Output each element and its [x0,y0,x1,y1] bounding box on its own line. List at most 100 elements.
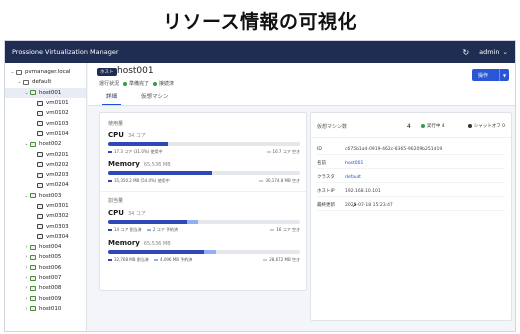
chevron-down-icon[interactable]: ▼ [499,69,509,81]
vm-count-value: 4 [407,122,411,130]
operation-button[interactable]: 操作 ▼ [472,69,509,81]
host-header: ホスト host001 運行状況 準備完了 接続済 詳細 仮想マシン 操作 ▼ [88,63,515,106]
tree-item-host007[interactable]: › host007 [5,273,86,283]
host-icon [30,254,36,260]
property-row: クラスタ default [317,172,505,183]
chevron-right-icon[interactable]: › [23,275,30,281]
divider [100,191,306,192]
operation-button-label: 操作 [478,72,489,79]
usage-cpu-used: 17.3 コア (31.0%) 使用中 [108,149,163,155]
tree-item-host003[interactable]: ⌄ host003 [5,191,86,201]
chevron-right-icon[interactable]: › [23,244,30,250]
vm-icon [37,213,43,219]
host-status: 運行状況 準備完了 接続済 [99,80,174,87]
tree-item-label: default [32,79,52,86]
property-value[interactable]: default [345,175,361,180]
vm-count-row: 仮想マシン数 4 実行中 4 シャットオフ 0 [317,119,505,133]
page-banner-title: リソース情報の可視化 [162,10,358,33]
connection-status: 接続済 [153,80,174,87]
run-status-label: 運行状況 [99,81,120,87]
tree-item-vm0104[interactable]: vm0104 [5,129,86,139]
vm-icon [37,182,43,188]
dc-icon [23,79,29,85]
tree-item-label: host003 [39,192,62,199]
tree-item-host008[interactable]: › host008 [5,283,86,293]
tree-item-vm0303[interactable]: vm0303 [5,221,86,231]
host-icon [30,296,36,302]
tree-item-vm0304[interactable]: vm0304 [5,232,86,242]
host-icon [30,285,36,291]
allocation-memory-total: 65,536 MB [143,241,171,247]
allocation-memory-bar [108,250,300,254]
tree-item-label: pvmanager.local [25,69,71,76]
usage-memory-total: 65,536 MB [143,162,171,168]
property-row: 名前 host001 [317,158,505,169]
vm-running-count: 実行中 4 [420,123,445,129]
host-icon [30,244,36,250]
chevron-down-icon[interactable]: ⌄ [23,141,30,147]
property-row: ID c675b1a4-0919-462c-8365-96209b251d19 [317,144,505,155]
property-key: 名前 [317,161,326,166]
chevron-down-icon[interactable]: ⌄ [23,90,30,96]
tree-item-vm0202[interactable]: vm0202 [5,160,86,170]
allocation-cpu-bar [108,220,300,224]
tree-item-pvmanager-local[interactable]: ⌄ pvmanager.local [5,67,86,77]
property-row: ホストIP 192.168.10.101 [317,186,505,197]
property-value[interactable]: host001 [345,161,363,166]
allocation-cpu-total: 34 コア [127,211,146,217]
tree-item-vm0204[interactable]: vm0204 [5,180,86,190]
tree-item-host005[interactable]: › host005 [5,252,86,262]
tree-item-vm0301[interactable]: vm0301 [5,201,86,211]
allocation-memory-reserved: 4,096 MB 予約済 [154,257,192,262]
tree-item-host006[interactable]: › host006 [5,263,86,273]
tab-details[interactable]: 詳細 [102,90,122,105]
chevron-right-icon[interactable]: › [23,265,30,271]
tree-item-label: vm0202 [46,161,69,168]
chevron-right-icon[interactable]: › [23,285,30,291]
tree-item-vm0102[interactable]: vm0102 [5,108,86,118]
tree-item-label: vm0204 [46,182,69,189]
usage-memory: Memory 65,536 MB 35,350.2 MB (54.0%) 使用中 … [108,160,300,184]
allocation-section-title: 割当量 [108,198,124,204]
chevron-right-icon[interactable]: › [23,306,30,312]
main-content: ホスト host001 運行状況 準備完了 接続済 詳細 仮想マシン 操作 ▼ … [88,63,515,331]
tree-item-label: vm0301 [46,203,69,209]
allocation-cpu-allocated: 14 コア 割当済 [108,227,142,232]
tree-item-host010[interactable]: › host010 [5,304,86,314]
vm-icon [37,131,43,137]
host-icon [30,265,36,271]
user-menu[interactable]: admin ⌄ [479,48,508,56]
tree-item-vm0201[interactable]: vm0201 [5,149,86,159]
tree-item-label: host008 [39,285,62,292]
chevron-down-icon[interactable]: ⌄ [16,79,23,85]
vm-icon [37,110,43,116]
allocation-cpu: CPU 34 コア 14 コア 割当済 2 コア 予約済 16 コア 空き [108,209,300,233]
chevron-right-icon[interactable]: › [23,296,30,302]
tree-item-label: host004 [39,244,62,251]
tree-item-default[interactable]: ⌄ default [5,77,86,87]
resource-tree: ⌄ pvmanager.local ⌄ default ⌄ host001 vm0101 vm… [5,63,87,331]
tab-vms[interactable]: 仮想マシン [137,90,173,105]
tree-item-host009[interactable]: › host009 [5,294,86,304]
detail-tabs: 詳細 仮想マシン [102,90,173,105]
tree-item-vm0302[interactable]: vm0302 [5,211,86,221]
tree-item-host002[interactable]: ⌄ host002 [5,139,86,149]
tree-item-host001[interactable]: ⌄ host001 [5,87,86,98]
chevron-down-icon[interactable]: ⌄ [23,193,30,199]
chevron-right-icon[interactable]: › [23,254,30,260]
tree-item-vm0103[interactable]: vm0103 [5,118,86,128]
allocation-memory-allocated: 32,768 MB 割当済 [108,257,149,262]
tree-item-label: vm0201 [46,151,69,158]
tree-item-label: vm0101 [46,100,69,107]
refresh-icon[interactable]: ↻ [462,48,469,57]
host-info-card: 仮想マシン数 4 実行中 4 シャットオフ 0 ID c675b1a4-0919-… [310,112,512,321]
tree-item-vm0203[interactable]: vm0203 [5,170,86,180]
property-key: ホストIP [317,189,335,194]
usage-cpu-label: CPU [108,131,124,139]
chevron-down-icon[interactable]: ⌄ [9,69,16,75]
usage-cpu-total: 34 コア [127,133,146,139]
tree-item-vm0101[interactable]: vm0101 [5,98,86,108]
tree-item-host004[interactable]: › host004 [5,242,86,252]
tree-item-label: vm0304 [46,233,69,240]
status-dot-icon [153,81,158,86]
